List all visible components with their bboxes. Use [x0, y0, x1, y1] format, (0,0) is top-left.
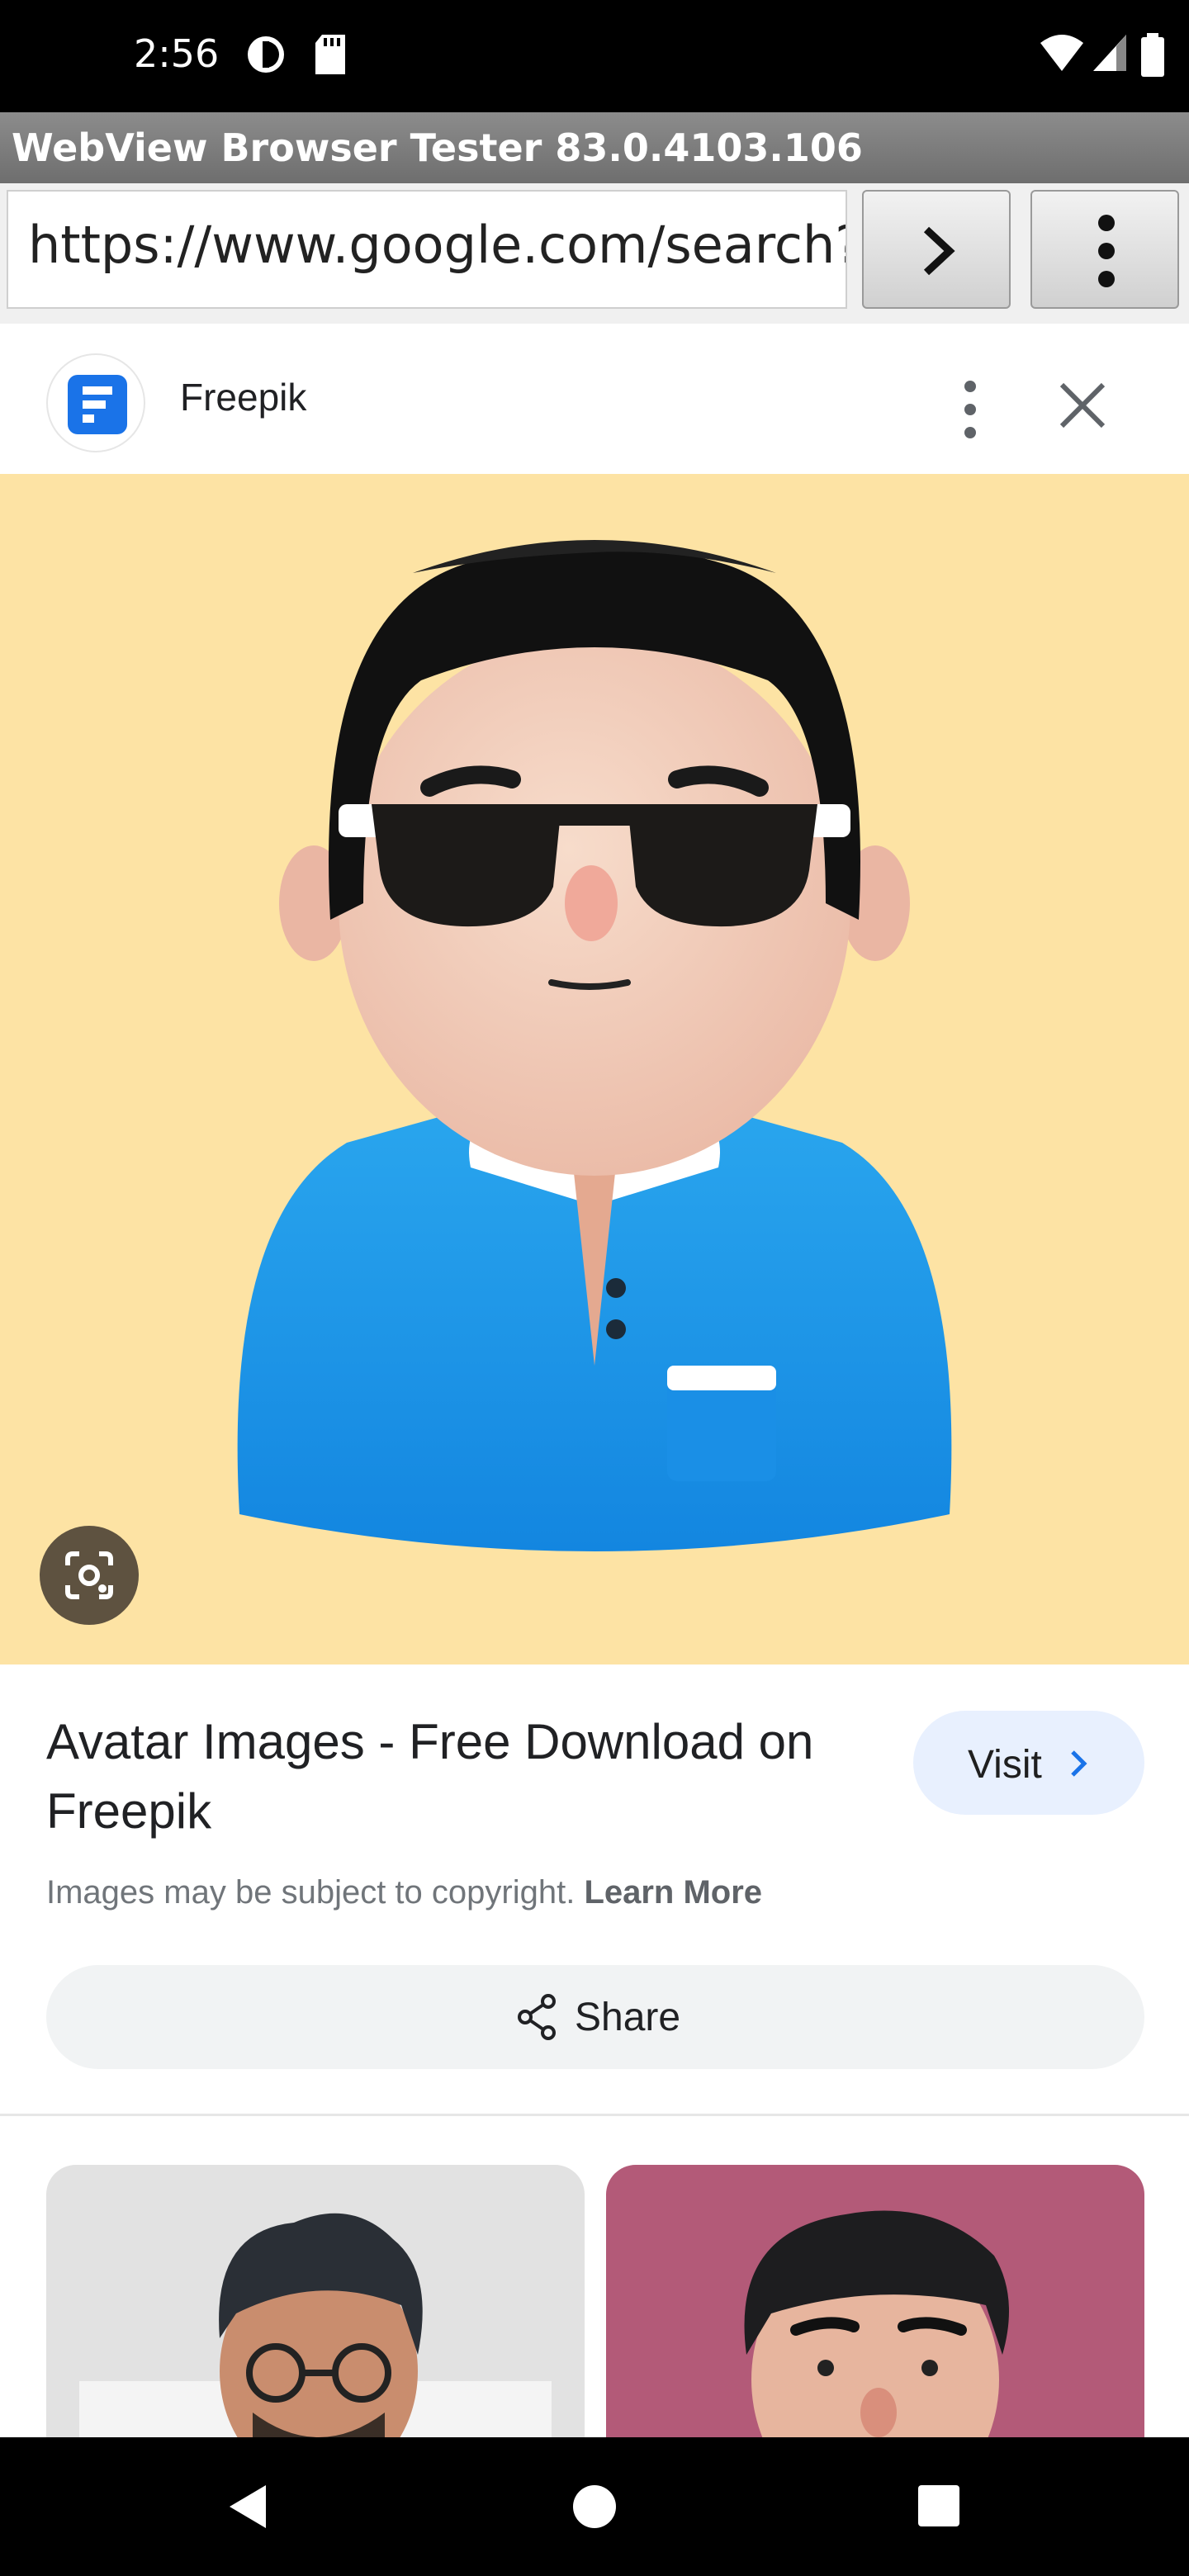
- wifi-icon: [1040, 35, 1083, 71]
- related-image-2[interactable]: [606, 2165, 1144, 2437]
- system-nav-bar: [0, 2437, 1189, 2576]
- share-icon: [518, 1994, 556, 2040]
- related-image-1[interactable]: [46, 2165, 585, 2437]
- copyright-text: Images may be subject to copyright.: [46, 1874, 576, 1911]
- freepik-favicon: [46, 353, 145, 452]
- chevron-right-icon: [923, 226, 955, 276]
- visit-button[interactable]: Visit: [913, 1711, 1144, 1815]
- cell-signal-icon: [1093, 35, 1126, 71]
- result-image[interactable]: [0, 474, 1189, 1664]
- copyright-notice: Images may be subject to copyright. Lear…: [46, 1874, 762, 1911]
- status-time: 2:56: [134, 31, 220, 76]
- url-toolbar: https://www.google.com/search?s: [0, 183, 1189, 324]
- avatar-man-thumbnail: [744, 2210, 1009, 2437]
- avatar-glasses-beard-thumbnail: [79, 2213, 552, 2437]
- result-title[interactable]: Avatar Images - Free Download on Freepik: [46, 1707, 839, 1846]
- more-vert-icon: [1098, 215, 1115, 287]
- status-bar: 2:56: [0, 0, 1189, 112]
- app-title-bar: WebView Browser Tester 83.0.4103.106: [0, 112, 1189, 183]
- battery-icon: [1141, 33, 1164, 77]
- share-button[interactable]: Share: [46, 1965, 1144, 2069]
- app-title: WebView Browser Tester 83.0.4103.106: [12, 125, 863, 170]
- source-name[interactable]: Freepik: [180, 375, 306, 419]
- avatar-illustration: [237, 540, 952, 1551]
- chevron-right-icon: [1071, 1750, 1087, 1777]
- sd-card-icon: [315, 35, 345, 74]
- google-lens-icon: [65, 1551, 113, 1599]
- share-label: Share: [575, 1996, 681, 2039]
- go-button[interactable]: [862, 190, 1011, 309]
- learn-more-link[interactable]: Learn More: [584, 1874, 762, 1911]
- divider: [0, 2114, 1189, 2116]
- menu-button[interactable]: [1030, 190, 1179, 309]
- url-input[interactable]: https://www.google.com/search?s: [7, 190, 847, 309]
- close-icon[interactable]: [1054, 376, 1111, 434]
- more-vert-icon[interactable]: [950, 376, 991, 443]
- visit-label: Visit: [968, 1743, 1042, 1787]
- data-saver-icon: [248, 36, 284, 73]
- recents-icon[interactable]: [917, 2484, 961, 2528]
- lens-button[interactable]: [40, 1526, 139, 1625]
- back-icon[interactable]: [223, 2482, 272, 2531]
- freepik-logo-icon: [83, 386, 112, 423]
- home-icon[interactable]: [571, 2484, 618, 2530]
- result-card-header: Freepik: [0, 324, 1189, 474]
